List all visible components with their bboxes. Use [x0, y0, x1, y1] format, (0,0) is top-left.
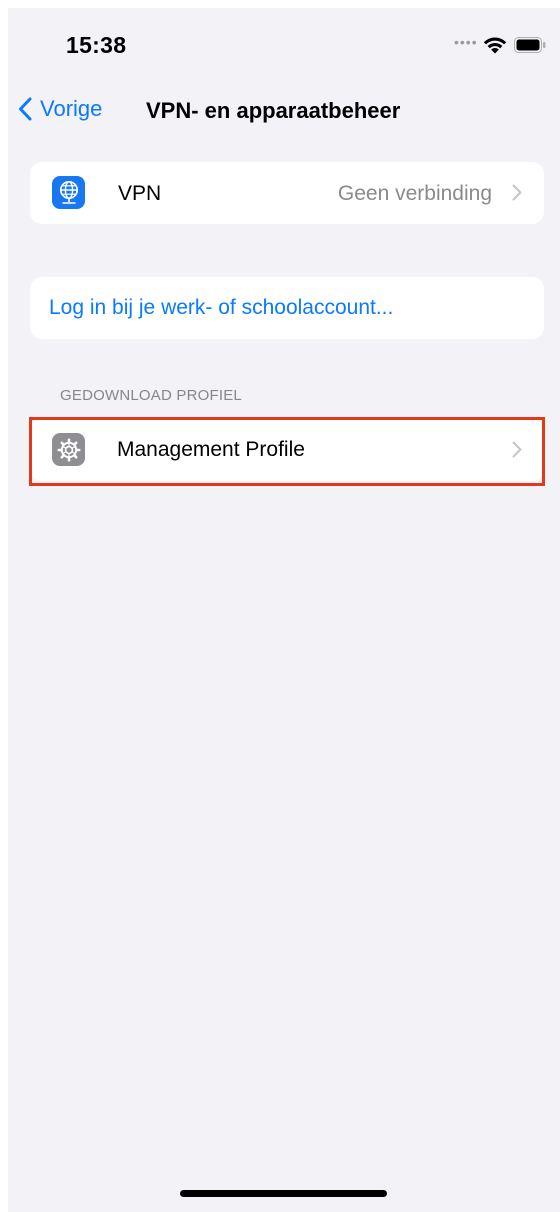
home-indicator[interactable] — [180, 1190, 387, 1197]
wifi-icon — [483, 37, 507, 54]
settings-screen: 15:38 •••• Vorige VPN- en apparaatbeheer — [8, 8, 560, 1212]
page-title: VPN- en apparaatbeheer — [146, 98, 401, 123]
chevron-left-icon — [19, 97, 32, 121]
login-row[interactable]: Log in bij je werk- of schoolaccount... — [30, 277, 544, 339]
signal-dots-icon: •••• — [454, 34, 478, 50]
gear-icon — [56, 437, 81, 462]
chevron-right-icon — [512, 441, 522, 458]
management-profile-row[interactable]: Management Profile — [30, 419, 544, 481]
back-button[interactable]: Vorige — [18, 94, 102, 124]
globe-icon — [59, 180, 78, 204]
vpn-row[interactable]: VPN Geen verbinding — [30, 162, 544, 224]
vpn-globe-icon — [52, 176, 85, 209]
status-bar: 15:38 •••• — [8, 8, 560, 78]
vpn-status-value: Geen verbinding — [337, 182, 492, 205]
login-link[interactable]: Log in bij je werk- of schoolaccount... — [49, 296, 393, 320]
back-label: Vorige — [40, 96, 103, 121]
login-card: Log in bij je werk- of schoolaccount... — [30, 277, 544, 339]
navigation-bar: Vorige VPN- en apparaatbeheer — [8, 86, 560, 130]
status-time: 15:38 — [66, 32, 127, 58]
chevron-right-icon — [512, 184, 522, 201]
vpn-label: VPN — [118, 182, 162, 205]
battery-icon — [514, 37, 546, 53]
section-header: GEDOWNLOAD PROFIEL — [60, 387, 242, 404]
settings-app-icon — [52, 433, 85, 466]
vpn-card: VPN Geen verbinding — [30, 162, 544, 224]
profile-card: Management Profile — [30, 419, 544, 481]
management-profile-label: Management Profile — [117, 438, 305, 461]
